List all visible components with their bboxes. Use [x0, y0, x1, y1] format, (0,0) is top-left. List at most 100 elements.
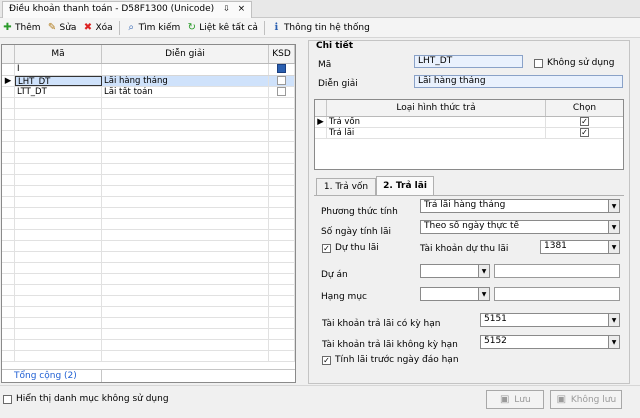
- project-select[interactable]: ▼: [420, 264, 490, 278]
- accrual-checkbox[interactable]: ✓ Dự thu lãi: [322, 243, 379, 253]
- filter-code-input[interactable]: I: [15, 64, 102, 75]
- row-indicator-header: [2, 45, 15, 63]
- window-tab[interactable]: Điều khoản thanh toán - D58F1300 (Unicod…: [2, 1, 253, 18]
- edit-button[interactable]: ✎ Sửa: [47, 22, 77, 33]
- row-code[interactable]: LTT_DT: [15, 87, 102, 97]
- column-header-description[interactable]: Diễn giải: [102, 45, 269, 63]
- empty-row: [2, 208, 295, 219]
- pin-icon[interactable]: ⇩: [223, 4, 230, 13]
- noterm-account-select[interactable]: 5152 ▼: [480, 335, 620, 349]
- no-save-icon: ▣: [556, 394, 567, 405]
- grid-empty-rows: [2, 98, 295, 362]
- empty-row: [2, 307, 295, 318]
- row-code[interactable]: LHT_DT: [15, 76, 102, 86]
- item-select[interactable]: ▼: [420, 287, 490, 301]
- empty-row: [2, 285, 295, 296]
- toolbar: ✚ Thêm ✎ Sửa ✖ Xóa ⌕ Tìm kiếm ↻ Liệt kê …: [0, 18, 640, 38]
- table-row[interactable]: LTT_DT Lãi tất toán: [2, 87, 295, 98]
- chevron-down-icon[interactable]: ▼: [608, 241, 619, 253]
- info-icon: ℹ: [274, 22, 279, 33]
- empty-row: [2, 164, 295, 175]
- payment-types-grid: Loại hình thức trả Chọn ▶ Trả vốn ✓ Trả …: [314, 99, 624, 170]
- cancel-button[interactable]: ▣ Không lưu: [550, 390, 622, 409]
- add-button[interactable]: ✚ Thêm: [2, 22, 40, 33]
- item-name-field[interactable]: [494, 287, 620, 301]
- code-label: Mã: [318, 60, 332, 70]
- search-icon: ⌕: [128, 22, 134, 33]
- column-header-code[interactable]: Mã: [15, 45, 102, 63]
- payment-type-name[interactable]: Trả lãi: [327, 128, 546, 138]
- code-field[interactable]: LHT_DT: [414, 55, 523, 68]
- accrual-account-select[interactable]: 1381 ▼: [540, 240, 620, 254]
- list-all-button[interactable]: ↻ Liệt kê tất cả: [186, 22, 258, 33]
- current-row-indicator: ▶: [2, 76, 15, 86]
- total-count: Tổng cộng (2): [14, 371, 77, 381]
- row-description[interactable]: Lãi hàng tháng: [102, 76, 269, 86]
- method-label: Phương thức tính: [321, 207, 398, 217]
- window-tab-label: Điều khoản thanh toán - D58F1300 (Unicod…: [9, 4, 215, 14]
- edit-icon: ✎: [47, 22, 57, 33]
- row-ksd-checkbox[interactable]: [269, 87, 295, 97]
- noterm-account-label: Tài khoản trả lãi không kỳ hạn: [322, 340, 458, 350]
- row-ksd-checkbox[interactable]: [269, 76, 295, 86]
- empty-row: [2, 263, 295, 274]
- payment-type-name[interactable]: Trả vốn: [327, 117, 546, 127]
- column-header-choose[interactable]: Chọn: [546, 100, 623, 116]
- grid-footer: Tổng cộng (2): [2, 369, 295, 382]
- footer-divider: [0, 385, 640, 386]
- search-button[interactable]: ⌕ Tìm kiếm: [126, 22, 180, 33]
- payment-type-checkbox[interactable]: ✓: [546, 128, 623, 138]
- column-header-ksd[interactable]: KSD: [269, 45, 295, 63]
- empty-row: [2, 318, 295, 329]
- save-button[interactable]: ▣ Lưu: [486, 390, 544, 409]
- chevron-down-icon[interactable]: ▼: [608, 221, 619, 233]
- empty-row: [2, 142, 295, 153]
- delete-button[interactable]: ✖ Xóa: [82, 22, 113, 33]
- table-row[interactable]: Trả lãi ✓: [315, 128, 623, 139]
- table-row[interactable]: ▶ LHT_DT Lãi hàng tháng: [2, 76, 295, 87]
- plus-icon: ✚: [3, 22, 12, 33]
- save-icon: ▣: [500, 394, 510, 405]
- payment-types-header: Loại hình thức trả Chọn: [315, 100, 623, 117]
- empty-row: [2, 131, 295, 142]
- term-account-select[interactable]: 5151 ▼: [480, 313, 620, 327]
- empty-row: [2, 109, 295, 120]
- project-name-field[interactable]: [494, 264, 620, 278]
- table-row[interactable]: ▶ Trả vốn ✓: [315, 117, 623, 128]
- system-info-button[interactable]: ℹ Thông tin hệ thống: [271, 22, 370, 33]
- chevron-down-icon[interactable]: ▼: [478, 265, 489, 277]
- empty-row: [2, 219, 295, 230]
- filter-ksd[interactable]: [269, 64, 295, 75]
- chevron-down-icon[interactable]: ▼: [608, 200, 619, 212]
- delete-icon: ✖: [83, 22, 93, 33]
- chevron-down-icon[interactable]: ▼: [608, 336, 619, 348]
- empty-row: [2, 329, 295, 340]
- close-icon[interactable]: ×: [238, 4, 246, 14]
- toolbar-separator: [263, 20, 265, 35]
- tab-principal[interactable]: 1. Trả vốn: [316, 178, 376, 195]
- column-header-payment-type[interactable]: Loại hình thức trả: [327, 100, 546, 116]
- row-description[interactable]: Lãi tất toán: [102, 87, 269, 97]
- show-inactive-checkbox[interactable]: Hiển thị danh mục không sử dụng: [3, 394, 169, 404]
- chevron-down-icon[interactable]: ▼: [608, 314, 619, 326]
- terms-grid: Mã Diễn giải KSD I ▶ LHT_DT Lãi hàng thá…: [1, 44, 296, 383]
- chevron-down-icon[interactable]: ▼: [478, 288, 489, 300]
- current-row-indicator: ▶: [315, 117, 327, 127]
- description-field[interactable]: Lãi hàng tháng: [414, 75, 623, 88]
- filter-description-input[interactable]: [102, 64, 269, 75]
- empty-row: [2, 351, 295, 362]
- days-select[interactable]: Theo số ngày thực tế ▼: [420, 220, 620, 234]
- refresh-icon: ↻: [187, 22, 196, 33]
- accrual-account-label: Tài khoản dự thu lãi: [420, 244, 509, 254]
- inactive-checkbox[interactable]: Không sử dụng: [534, 58, 614, 68]
- payment-type-checkbox[interactable]: ✓: [546, 117, 623, 127]
- grid-header: Mã Diễn giải KSD: [2, 45, 295, 64]
- empty-row: [2, 274, 295, 285]
- method-select[interactable]: Trả lãi hàng tháng ▼: [420, 199, 620, 213]
- empty-row: [2, 98, 295, 109]
- tab-interest[interactable]: 2. Trả lãi: [376, 176, 434, 195]
- toolbar-separator: [118, 20, 120, 35]
- detail-group-title: Chi tiết: [316, 41, 354, 51]
- project-label: Dự án: [321, 270, 348, 280]
- pre-maturity-checkbox[interactable]: ✓ Tính lãi trước ngày đáo hạn: [322, 355, 459, 365]
